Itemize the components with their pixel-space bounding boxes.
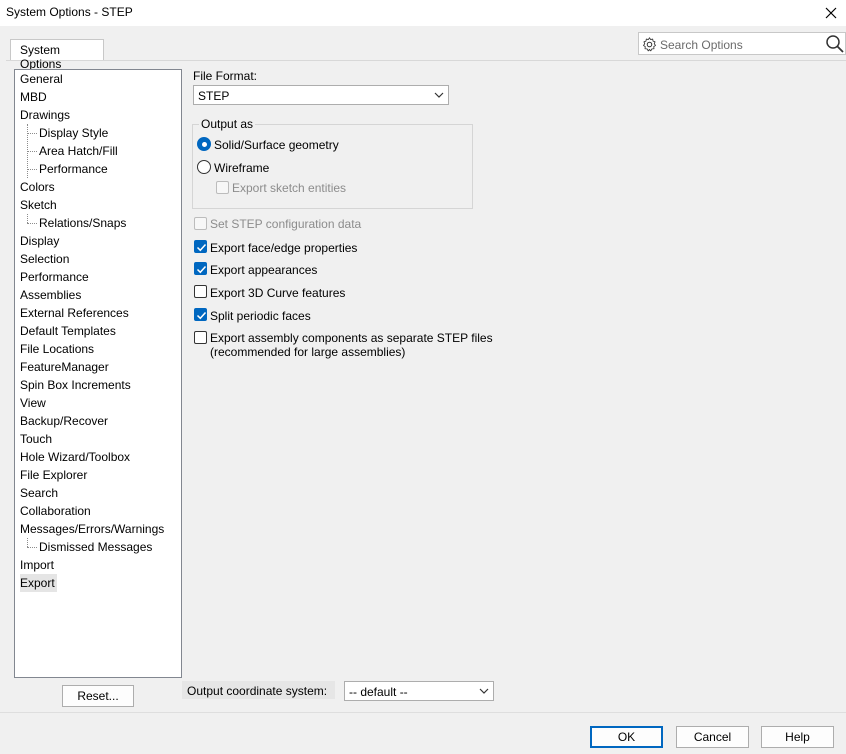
tree-item-performance[interactable]: Performance xyxy=(39,160,108,178)
tree-item-colors[interactable]: Colors xyxy=(20,178,55,196)
cancel-button[interactable]: Cancel xyxy=(676,726,749,748)
tree-item-search[interactable]: Search xyxy=(20,484,58,502)
tree-item-touch[interactable]: Touch xyxy=(20,430,52,448)
export-sketch-label: Export sketch entities xyxy=(232,181,347,195)
options-tree[interactable]: General MBD Drawings Display Style Area Hatc… xyxy=(14,69,182,678)
check-icon xyxy=(196,243,207,252)
tree-item-display[interactable]: Display xyxy=(20,232,59,250)
assembly-separate-checkbox[interactable] xyxy=(194,331,207,344)
tree-connector xyxy=(27,223,37,224)
tree-item-file-explorer[interactable]: File Explorer xyxy=(20,466,87,484)
file-format-select[interactable]: STEP xyxy=(193,85,449,105)
search-icon[interactable] xyxy=(825,34,845,54)
face-edge-checkbox[interactable] xyxy=(194,240,207,253)
coord-system-select[interactable]: -- default -- xyxy=(344,681,494,701)
wireframe-radio[interactable] xyxy=(197,160,211,174)
footer-divider xyxy=(0,712,846,713)
tree-item-sketch[interactable]: Sketch xyxy=(20,196,57,214)
search-box[interactable]: Search Options xyxy=(638,32,846,55)
export-sketch-checkbox[interactable] xyxy=(216,181,229,194)
check-icon xyxy=(196,265,207,274)
tree-item-view[interactable]: View xyxy=(20,394,46,412)
tree-connector xyxy=(27,547,37,548)
close-icon xyxy=(825,7,837,19)
tree-item-relations-snaps[interactable]: Relations/Snaps xyxy=(39,214,126,232)
tree-item-area-hatch-fill[interactable]: Area Hatch/Fill xyxy=(39,142,118,160)
chevron-down-icon xyxy=(434,92,444,98)
tree-item-hole-wizard-toolbox[interactable]: Hole Wizard/Toolbox xyxy=(20,448,130,466)
tree-item-messages-errors-warnings[interactable]: Messages/Errors/Warnings xyxy=(20,520,164,538)
tree-item-collaboration[interactable]: Collaboration xyxy=(20,502,91,520)
face-edge-label[interactable]: Export face/edge properties xyxy=(210,241,357,255)
tree-item-general[interactable]: General xyxy=(20,70,63,88)
assembly-separate-note: (recommended for large assemblies) xyxy=(210,345,406,359)
tree-item-assemblies[interactable]: Assemblies xyxy=(20,286,81,304)
step-config-checkbox[interactable] xyxy=(194,217,207,230)
tree-connector xyxy=(27,151,37,152)
tab-system-options[interactable]: System Options xyxy=(10,39,104,71)
chevron-down-icon xyxy=(479,688,489,694)
ok-button[interactable]: OK xyxy=(590,726,663,748)
close-button[interactable] xyxy=(816,0,846,26)
coord-system-label: Output coordinate system: xyxy=(182,681,335,699)
tree-item-dismissed-messages[interactable]: Dismissed Messages xyxy=(39,538,152,556)
tree-item-spin-box-increments[interactable]: Spin Box Increments xyxy=(20,376,131,394)
assembly-separate-label[interactable]: Export assembly components as separate S… xyxy=(210,331,493,345)
coord-system-value: -- default -- xyxy=(349,685,408,699)
tree-item-performance[interactable]: Performance xyxy=(20,268,89,286)
wireframe-label[interactable]: Wireframe xyxy=(214,161,269,175)
tab-label: System Options xyxy=(20,43,62,71)
window-title: System Options - STEP xyxy=(6,5,133,19)
tree-item-default-templates[interactable]: Default Templates xyxy=(20,322,116,340)
tree-item-featuremanager[interactable]: FeatureManager xyxy=(20,358,109,376)
solid-surface-label[interactable]: Solid/Surface geometry xyxy=(214,138,339,152)
tree-item-selection[interactable]: Selection xyxy=(20,250,69,268)
reset-button[interactable]: Reset... xyxy=(62,685,134,707)
check-icon xyxy=(196,311,207,320)
search-input[interactable]: Search Options xyxy=(660,38,743,52)
tree-item-mbd[interactable]: MBD xyxy=(20,88,47,106)
tree-item-file-locations[interactable]: File Locations xyxy=(20,340,94,358)
file-format-value: STEP xyxy=(198,89,230,103)
split-periodic-checkbox[interactable] xyxy=(194,308,207,321)
title-bar: System Options - STEP xyxy=(0,0,846,26)
tree-connector xyxy=(27,214,28,223)
split-periodic-label[interactable]: Split periodic faces xyxy=(210,309,311,323)
tree-item-display-style[interactable]: Display Style xyxy=(39,124,108,142)
tree-item-import[interactable]: Import xyxy=(20,556,54,574)
help-button[interactable]: Help xyxy=(761,726,834,748)
solid-surface-radio[interactable] xyxy=(197,137,211,151)
curve3d-label[interactable]: Export 3D Curve features xyxy=(210,286,345,300)
gear-icon xyxy=(643,37,656,52)
file-format-label: File Format: xyxy=(193,69,258,83)
appearances-label[interactable]: Export appearances xyxy=(210,263,317,277)
tree-item-export[interactable]: Export xyxy=(20,574,57,592)
tree-connector xyxy=(27,538,28,547)
tree-connector xyxy=(27,169,37,170)
step-config-label: Set STEP configuration data xyxy=(210,217,362,231)
coord-system-label-text: Output coordinate system: xyxy=(187,684,328,698)
tree-item-drawings[interactable]: Drawings xyxy=(20,106,70,124)
appearances-checkbox[interactable] xyxy=(194,262,207,275)
tree-item-backup-recover[interactable]: Backup/Recover xyxy=(20,412,108,430)
tree-item-external-references[interactable]: External References xyxy=(20,304,129,322)
curve3d-checkbox[interactable] xyxy=(194,285,207,298)
output-as-title: Output as xyxy=(199,117,256,131)
tree-connector xyxy=(27,133,37,134)
